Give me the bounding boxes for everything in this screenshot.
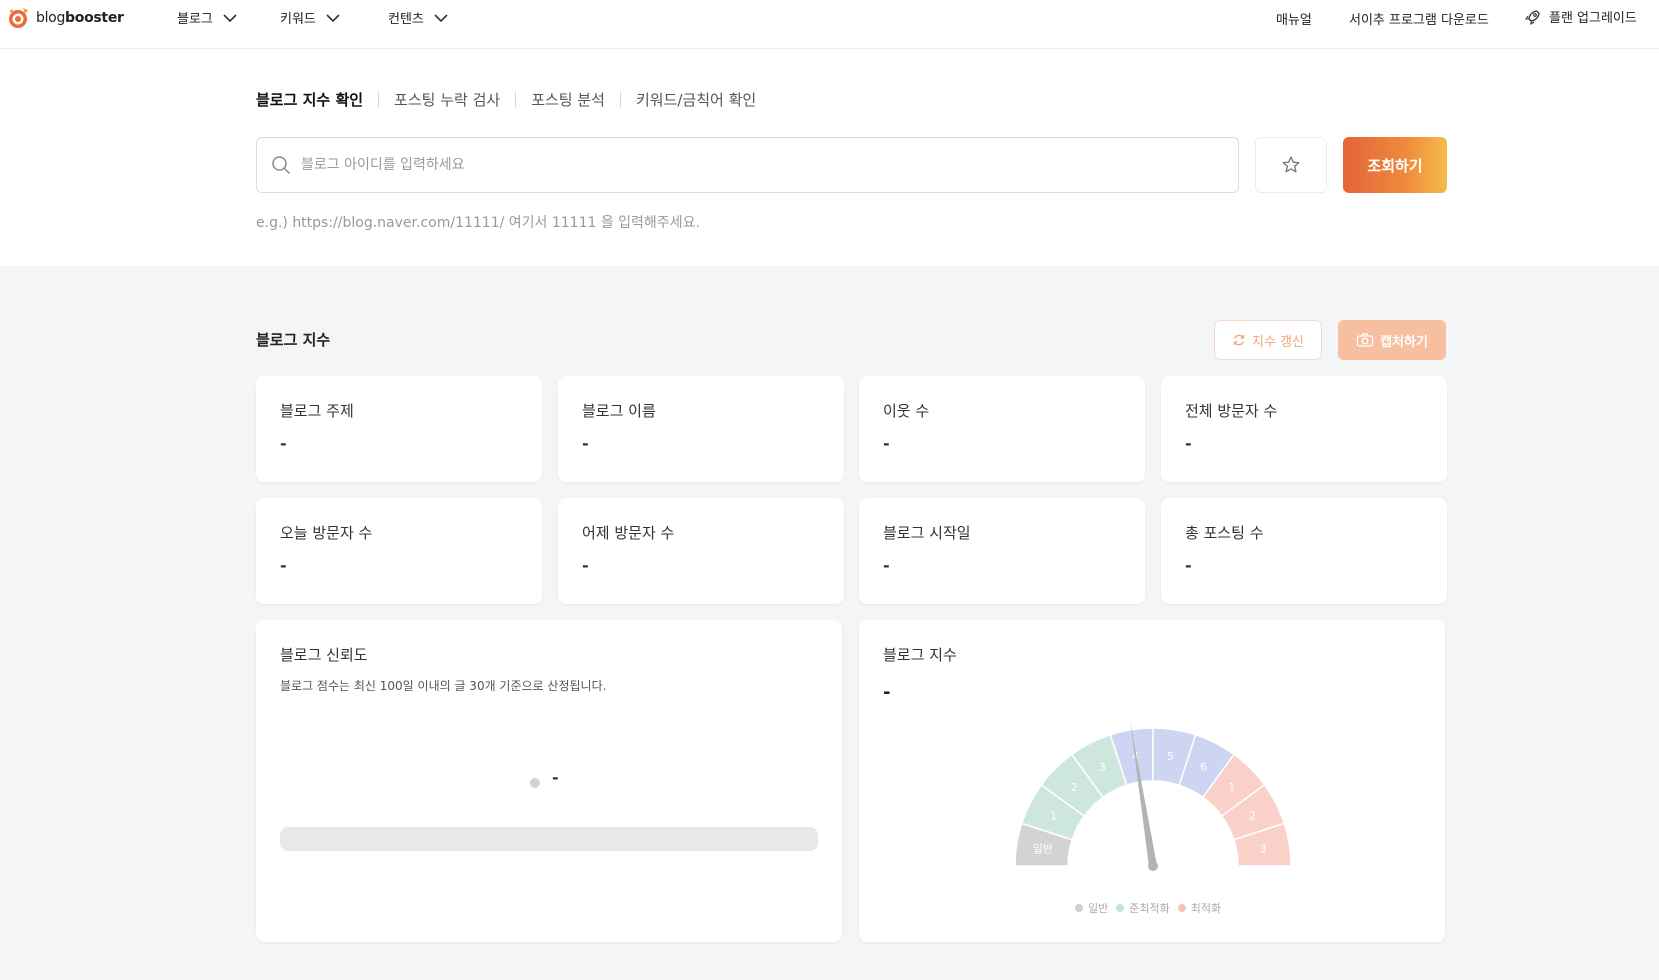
section-title: 블로그 지수 — [256, 331, 331, 349]
stat-label: 블로그 주제 — [280, 402, 354, 420]
trust-card: 블로그 신뢰도 블로그 점수는 최신 100일 이내의 글 30개 기준으로 산… — [256, 620, 842, 942]
blog-id-input[interactable] — [301, 157, 1181, 173]
search-button[interactable]: 조회하기 — [1343, 137, 1447, 193]
gauge-legend: 일반 준최적화 최적화 — [1075, 900, 1221, 916]
search-icon — [272, 156, 291, 175]
stat-card-today-visitors: 오늘 방문자 수 - — [256, 498, 542, 604]
plan-upgrade-label: 플랜 업그레이드 — [1549, 11, 1637, 26]
nav-menu-label: 블로그 — [177, 12, 213, 27]
chevron-down-icon — [326, 13, 340, 22]
trust-subtitle: 블로그 점수는 최신 100일 이내의 글 30개 기준으로 산정됩니다. — [280, 679, 607, 693]
stat-label: 오늘 방문자 수 — [280, 524, 373, 542]
legend-dot — [1075, 904, 1083, 912]
gauge-segment-label: 2 — [1249, 809, 1256, 822]
top-navbar: blogbooster 블로그 키워드 컨텐츠 매뉴얼 서이추 프로그램 다운로… — [0, 0, 1659, 49]
refresh-label: 지수 갱신 — [1252, 334, 1304, 350]
stat-label: 총 포스팅 수 — [1185, 524, 1264, 542]
legend-label: 최적화 — [1190, 902, 1222, 915]
nav-menu-label: 컨텐츠 — [388, 12, 424, 27]
stat-value: - — [1185, 556, 1192, 575]
search-hint: e.g.) https://blog.naver.com/11111/ 여기서 … — [256, 215, 700, 231]
stat-value: - — [1185, 434, 1192, 453]
nav-menu-content[interactable]: 컨텐츠 — [388, 8, 450, 27]
logo[interactable]: blogbooster — [6, 6, 124, 30]
stat-value: - — [883, 556, 890, 575]
stat-value: - — [280, 556, 287, 575]
gauge-segment-label: 5 — [1167, 750, 1174, 763]
rocket-icon — [1524, 9, 1540, 25]
favorite-button[interactable] — [1255, 137, 1327, 193]
gauge-segment-label: 일반 — [1033, 842, 1053, 856]
plan-upgrade-link[interactable]: 플랜 업그레이드 — [1524, 7, 1637, 26]
stat-card-name: 블로그 이름 - — [558, 376, 844, 482]
tab-divider — [619, 91, 621, 108]
download-link[interactable]: 서이추 프로그램 다운로드 — [1349, 9, 1489, 28]
legend-item: 최적화 — [1177, 900, 1222, 916]
stat-label: 이웃 수 — [883, 402, 930, 420]
trust-title: 블로그 신뢰도 — [280, 646, 368, 664]
stat-label: 전체 방문자 수 — [1185, 402, 1278, 420]
stat-card-topic: 블로그 주제 - — [256, 376, 542, 482]
stat-card-yesterday-visitors: 어제 방문자 수 - — [558, 498, 844, 604]
legend-label: 준최적화 — [1129, 902, 1170, 915]
tab-posting-analysis[interactable]: 포스팅 분석 — [531, 89, 605, 110]
stat-card-total-posts: 총 포스팅 수 - — [1161, 498, 1447, 604]
index-value: - — [883, 682, 891, 703]
tab-blog-index[interactable]: 블로그 지수 확인 — [256, 89, 363, 110]
stat-value: - — [582, 434, 589, 453]
tab-posting-omission[interactable]: 포스팅 누락 검사 — [394, 89, 500, 110]
index-title: 블로그 지수 — [883, 646, 957, 664]
trust-progress-bar — [280, 827, 818, 851]
tab-divider — [515, 91, 517, 108]
gauge-segment-label: 3 — [1099, 761, 1106, 774]
nav-menu-label: 키워드 — [280, 12, 316, 27]
tool-tabs: 블로그 지수 확인 포스팅 누락 검사 포스팅 분석 키워드/금칙어 확인 — [256, 89, 756, 110]
gauge-segment-label: 2 — [1071, 781, 1078, 794]
nav-menu-keyword[interactable]: 키워드 — [280, 8, 342, 27]
star-icon — [1282, 156, 1300, 173]
stat-card-neighbors: 이웃 수 - — [859, 376, 1145, 482]
gauge-segment-label: 1 — [1050, 809, 1057, 822]
index-gauge: 일반123456123 — [1014, 722, 1292, 871]
nav-menu-blog[interactable]: 블로그 — [177, 8, 239, 27]
gauge-segment-label: 1 — [1228, 781, 1235, 794]
refresh-icon — [1233, 334, 1245, 346]
index-card: 블로그 지수 - 일반123456123 일반준최적화최적화 — [859, 620, 1445, 942]
legend-item: 일반 — [1075, 900, 1108, 916]
camera-icon — [1356, 333, 1374, 347]
stat-value: - — [280, 434, 287, 453]
legend-dot — [1177, 904, 1186, 912]
stat-card-total-visitors: 전체 방문자 수 - — [1161, 376, 1447, 482]
manual-link[interactable]: 매뉴얼 — [1276, 9, 1312, 28]
capture-button[interactable]: 캡처하기 — [1338, 320, 1446, 360]
legend-item: 준최적화 — [1116, 900, 1170, 916]
chevron-down-icon — [223, 13, 237, 22]
stat-label: 블로그 시작일 — [883, 524, 971, 542]
legend-dot — [1116, 904, 1125, 912]
stat-value: - — [582, 556, 589, 575]
gauge-segment-label: 3 — [1260, 843, 1267, 856]
stat-label: 블로그 이름 — [582, 402, 656, 420]
capture-label: 캡처하기 — [1380, 334, 1428, 350]
logo-icon — [6, 6, 30, 30]
trust-value: - — [552, 768, 559, 787]
chevron-down-icon — [434, 13, 448, 22]
gauge-needle-hub — [1148, 861, 1158, 871]
trust-status-dot — [530, 778, 540, 788]
tab-divider — [378, 91, 380, 108]
tab-keyword-check[interactable]: 키워드/금칙어 확인 — [636, 89, 756, 110]
search-box — [256, 137, 1239, 193]
logo-text: blogbooster — [36, 10, 124, 26]
refresh-index-button[interactable]: 지수 갱신 — [1214, 320, 1322, 360]
stat-label: 어제 방문자 수 — [582, 524, 675, 542]
gauge-segment-label: 6 — [1200, 761, 1207, 774]
stat-value: - — [883, 434, 890, 453]
stat-card-start-date: 블로그 시작일 - — [859, 498, 1145, 604]
legend-label: 일반 — [1088, 902, 1109, 915]
